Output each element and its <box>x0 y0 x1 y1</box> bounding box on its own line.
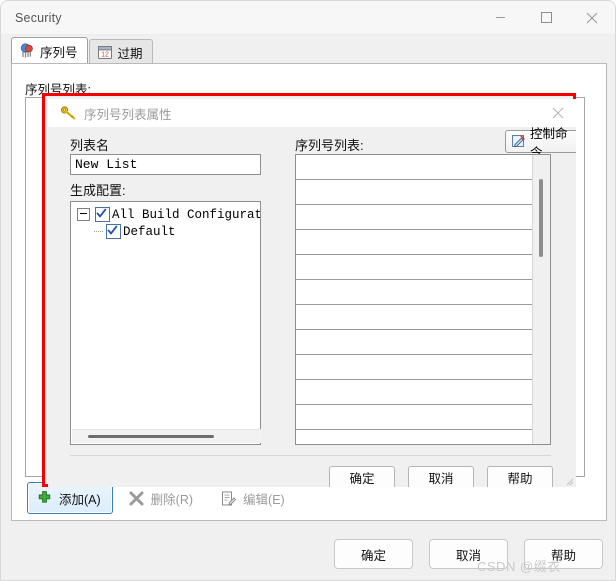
key-icon <box>61 105 76 120</box>
tree-item-default[interactable]: Default <box>71 223 260 240</box>
sequence-list-row[interactable] <box>296 280 534 305</box>
svg-text:12: 12 <box>101 52 109 59</box>
sequence-list-row[interactable] <box>296 205 534 230</box>
dialog-body: 列表名 生成配置: All Build Configuration <box>48 127 576 487</box>
window-title: Security <box>15 10 62 25</box>
sequence-list-row[interactable] <box>296 230 534 255</box>
sequence-list-row[interactable] <box>296 355 534 380</box>
build-config-label: 生成配置: <box>70 183 126 198</box>
tree-connector-icon <box>94 226 104 237</box>
close-button[interactable] <box>569 1 615 34</box>
sequence-vertical-scrollbar[interactable] <box>532 155 550 444</box>
window-titlebar: Security <box>1 1 615 35</box>
application-window: Security 序列号 12 过期 序列号列表: 添加(A) 删除(R) 编辑… <box>0 0 616 581</box>
x-mark-icon <box>129 491 144 505</box>
checkbox-checked-icon[interactable] <box>95 207 110 222</box>
build-config-tree[interactable]: All Build Configuration Default <box>70 201 261 445</box>
sequence-list-row[interactable] <box>296 430 534 444</box>
delete-button-label: 删除(R) <box>150 492 194 507</box>
minimize-button[interactable] <box>477 1 523 34</box>
calendar-icon: 12 <box>97 46 112 59</box>
window-ok-button[interactable]: 确定 <box>334 539 413 569</box>
sequence-list-row[interactable] <box>296 180 534 205</box>
dialog-resize-grip[interactable] <box>564 475 574 486</box>
sequence-list-row[interactable] <box>296 380 534 405</box>
tree-item-all-build-configuration[interactable]: All Build Configuration <box>71 206 260 223</box>
window-control-buttons <box>477 1 615 34</box>
edit-button-label: 编辑(E) <box>243 492 285 507</box>
tab-serial-number[interactable]: 序列号 <box>11 37 88 64</box>
checkbox-checked-icon[interactable] <box>106 224 121 239</box>
window-cancel-button[interactable]: 取消 <box>429 539 508 569</box>
edit-note-icon <box>222 491 236 505</box>
pencil-edit-icon <box>512 135 525 148</box>
dialog-footer-buttons: 确定 取消 帮助 <box>329 466 553 487</box>
plus-icon <box>38 490 51 503</box>
sequence-number-listbox[interactable] <box>295 154 551 445</box>
tree-horizontal-scrollbar[interactable] <box>72 429 261 443</box>
dialog-titlebar: 序列号列表属性 <box>48 99 576 127</box>
list-name-label: 列表名 <box>70 138 110 153</box>
sequence-scrollbar-thumb[interactable] <box>539 179 543 257</box>
dialog-close-button[interactable] <box>546 102 570 124</box>
collapse-expander-icon[interactable] <box>77 208 90 221</box>
sequence-list-label: 序列号列表: <box>295 138 364 153</box>
tree-item-label: All Build Configuration <box>112 207 260 222</box>
dialog-highlight-outline: 序列号列表属性 列表名 生成配置: All Build Confi <box>42 93 576 487</box>
dice-icon <box>20 43 33 58</box>
tree-scrollbar-thumb[interactable] <box>88 435 214 438</box>
dialog-separator <box>70 455 551 456</box>
dialog-cancel-button[interactable]: 取消 <box>408 466 474 487</box>
window-footer-buttons: 确定 取消 帮助 <box>334 539 603 569</box>
dialog-ok-button[interactable]: 确定 <box>329 466 395 487</box>
dialog-title: 序列号列表属性 <box>84 107 172 122</box>
sequence-list-row[interactable] <box>296 255 534 280</box>
window-help-button[interactable]: 帮助 <box>524 539 603 569</box>
sequence-list-row[interactable] <box>296 330 534 355</box>
add-button-label: 添加(A) <box>59 492 101 507</box>
tab-expiration[interactable]: 12 过期 <box>88 39 153 64</box>
tab-strip: 序列号 12 过期 <box>11 37 154 64</box>
sequence-rows <box>296 155 534 444</box>
tab-expiration-label: 过期 <box>117 46 143 61</box>
control-command-dropdown[interactable]: 控制命令 <box>505 127 576 160</box>
tab-serial-number-label: 序列号 <box>40 45 78 60</box>
dialog-help-button[interactable]: 帮助 <box>487 466 553 487</box>
tree-item-label: Default <box>123 224 176 239</box>
list-name-input[interactable] <box>70 154 261 175</box>
maximize-button[interactable] <box>523 1 569 34</box>
sequence-list-row[interactable] <box>296 305 534 330</box>
serial-number-list-properties-dialog: 序列号列表属性 列表名 生成配置: All Build Confi <box>48 99 576 487</box>
sequence-list-row[interactable] <box>296 405 534 430</box>
sequence-list-row[interactable] <box>296 155 534 180</box>
